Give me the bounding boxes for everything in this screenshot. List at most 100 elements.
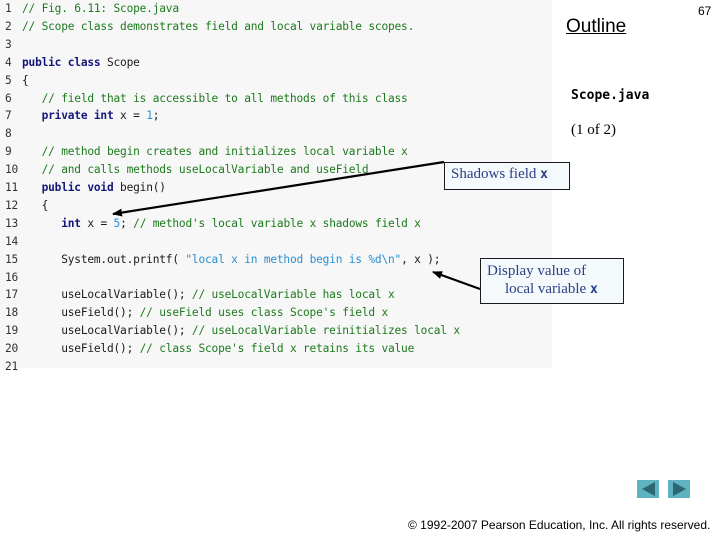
code-token: // useLocalVariable reinitializes local … (191, 324, 460, 338)
copyright-notice: © 1992-2007 Pearson Education, Inc. All … (408, 518, 711, 532)
code-line: 1 // Fig. 6.11: Scope.java (0, 0, 179, 18)
code-line: 16 (0, 269, 22, 287)
code-token: int (61, 216, 88, 230)
code-token: // class Scope's field x retains its val… (139, 342, 415, 356)
outline-title[interactable]: Outline (566, 16, 626, 38)
line-number: 6 (5, 91, 12, 105)
code-token: useField(); (22, 306, 140, 320)
code-line: 12 { (0, 197, 48, 215)
line-number: 10 (5, 163, 19, 177)
line-number: 5 (5, 73, 12, 87)
code-line: 17 useLocalVariable(); // useLocalVariab… (0, 286, 395, 304)
page-indicator: (1 of 2) (571, 122, 616, 138)
code-text: public class Scope (22, 56, 140, 69)
code-text: // field that is accessible to all metho… (22, 92, 408, 105)
line-number: 19 (5, 324, 19, 338)
code-text: // Scope class demonstrates field and lo… (22, 20, 414, 33)
code-token: // Fig. 6.11: Scope.java (22, 2, 179, 15)
line-number: 1 (5, 2, 12, 15)
line-number: 7 (5, 109, 12, 123)
code-line: 13 int x = 5; // method's local variable… (0, 215, 421, 233)
code-line: 14 (0, 233, 22, 251)
code-line: 11 public void begin() (0, 179, 166, 197)
code-line: 9 // method begin creates and initialize… (0, 143, 408, 161)
code-line: 5{ (0, 72, 29, 90)
callout-code: x (540, 167, 548, 182)
code-text: public void begin() (22, 181, 166, 194)
code-line: 10 // and calls methods useLocalVariable… (0, 161, 369, 179)
code-token: Scope (106, 55, 140, 69)
code-line: 7 private int x = 1; (0, 107, 159, 125)
code-text: private int x = 1; (22, 109, 160, 123)
line-number: 16 (5, 270, 19, 284)
callout-text: Shadows field (451, 166, 541, 182)
code-text: // Fig. 6.11: Scope.java (22, 2, 179, 15)
line-number: 13 (5, 216, 19, 230)
callout-display-value: Display value of local variable x (480, 258, 624, 304)
line-number: 11 (5, 181, 19, 194)
code-token: , x ); (401, 252, 441, 266)
code-text: int x = 5; // method's local variable x … (22, 217, 421, 230)
code-line: 15 System.out.printf( "local x in method… (0, 251, 440, 269)
code-token: private int (41, 109, 121, 123)
code-text: useField(); // useField uses class Scope… (22, 306, 388, 319)
code-token: { (22, 73, 29, 87)
file-name: Scope.java (571, 88, 650, 103)
line-number: 14 (5, 234, 19, 248)
previous-slide-button[interactable] (637, 480, 659, 498)
code-line: 20 useField(); // class Scope's field x … (0, 340, 414, 358)
code-token: { (22, 198, 49, 212)
code-line: 21 (0, 358, 22, 376)
code-line: 3 (0, 36, 22, 54)
code-line: 8 (0, 125, 22, 143)
next-slide-button[interactable] (668, 480, 690, 498)
next-slide-icon (672, 482, 686, 496)
code-token: useLocalVariable(); (22, 324, 192, 338)
code-token: useLocalVariable(); (22, 288, 192, 302)
line-number: 20 (5, 342, 19, 356)
code-token: public void (41, 181, 121, 194)
code-token: ; (120, 216, 134, 230)
code-token: // method begin creates and initializes … (41, 145, 408, 159)
callout-code: x (589, 282, 598, 297)
code-text: { (22, 198, 49, 212)
code-text: // and calls methods useLocalVariable an… (22, 163, 369, 177)
code-token: public class (22, 55, 107, 69)
line-number: 15 (5, 252, 19, 266)
code-line: 4 public class Scope (0, 54, 140, 72)
code-text: { (22, 74, 29, 87)
code-token: begin() (120, 181, 166, 194)
code-token: useField(); (22, 342, 140, 356)
line-number: 3 (5, 37, 12, 51)
page-number: 67 (698, 4, 712, 18)
code-text: useField(); // class Scope's field x ret… (22, 342, 414, 355)
line-number: 21 (5, 360, 19, 373)
callout-shadows-field: Shadows field x (444, 162, 570, 190)
code-token: // field that is accessible to all metho… (41, 91, 408, 105)
code-token: // useLocalVariable has local x (191, 288, 395, 302)
code-text: System.out.printf( "local x in method be… (22, 253, 440, 266)
code-line: 2 // Scope class demonstrates field and l… (0, 18, 414, 36)
code-line: 18 useField(); // useField uses class Sc… (0, 304, 388, 322)
code-token: // and calls methods useLocalVariable an… (41, 163, 369, 177)
code-token: ; (152, 109, 160, 123)
code-text: useLocalVariable(); // useLocalVariable … (22, 288, 395, 301)
code-token: System.out.printf( (22, 252, 186, 266)
line-number: 2 (5, 19, 12, 33)
callout-text-line1: Display value of (487, 263, 587, 279)
code-text: useLocalVariable(); // useLocalVariable … (22, 324, 460, 337)
previous-slide-icon (641, 482, 655, 496)
code-line: 6 // field that is accessible to all met… (0, 90, 408, 108)
line-number: 17 (5, 288, 19, 302)
line-number: 8 (5, 127, 12, 141)
code-token: x = (87, 216, 114, 230)
line-number: 4 (5, 55, 12, 69)
code-token: "local x in method begin is %d\n" (185, 252, 402, 266)
code-token: // Scope class demonstrates field and lo… (22, 19, 415, 33)
callout-text-line2: local variable (505, 281, 590, 297)
line-number: 9 (5, 145, 12, 159)
line-number: 18 (5, 306, 19, 320)
